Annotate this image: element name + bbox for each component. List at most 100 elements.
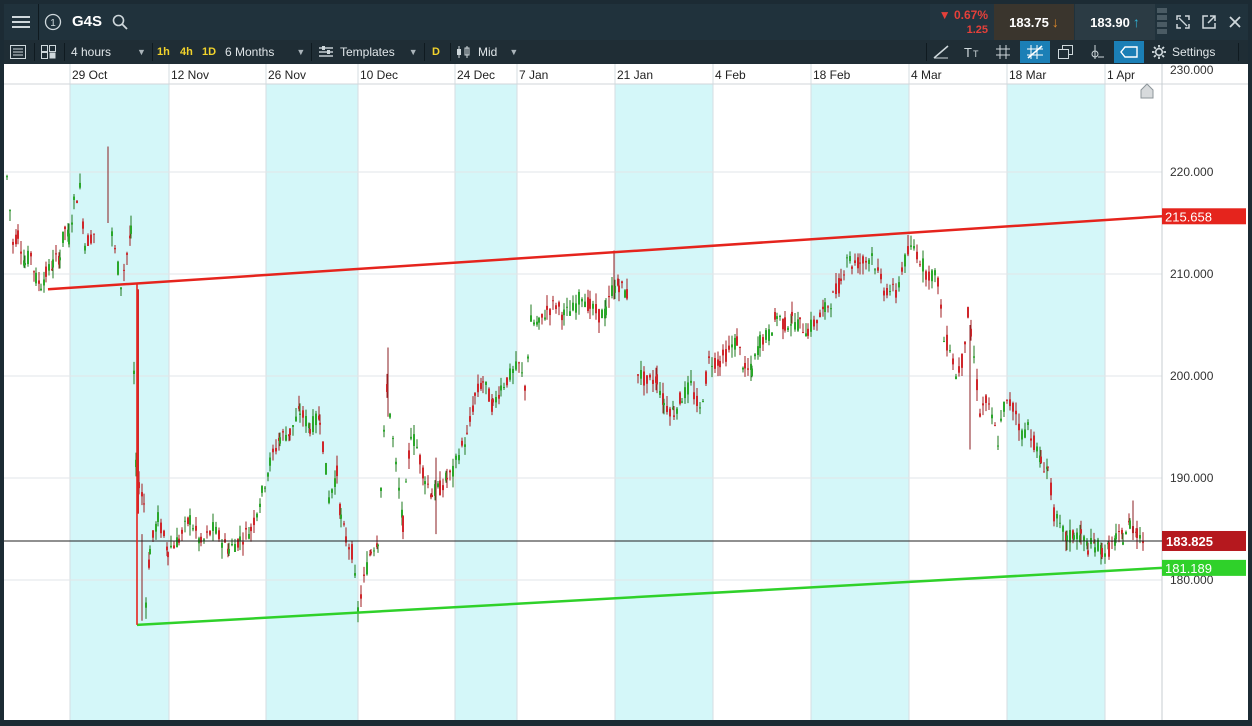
duplicate-icon[interactable] (1058, 40, 1074, 64)
candle-body (538, 317, 540, 323)
x-tick-label: 10 Dec (360, 68, 398, 82)
candle-body (794, 322, 796, 330)
candle-body (469, 416, 471, 422)
candle-body (546, 305, 548, 310)
candle-body (1122, 542, 1124, 545)
candle-body (928, 271, 930, 281)
candle-body (264, 487, 266, 489)
candle-body (797, 319, 799, 331)
candle-body (790, 324, 792, 326)
candle-body (62, 231, 64, 243)
candle-body (931, 270, 933, 282)
candle-body (373, 550, 375, 552)
search-icon[interactable] (108, 4, 132, 40)
text-tool-icon[interactable]: TT (964, 40, 982, 64)
candle-body (427, 483, 429, 485)
resistance-trendline (47, 215, 1163, 291)
candle-body (209, 531, 211, 535)
candle-body (1021, 430, 1023, 440)
menu-icon[interactable] (4, 4, 38, 40)
candle-body (126, 253, 128, 255)
interval-4h-button[interactable]: 4h (180, 40, 193, 64)
candle-body (184, 520, 186, 522)
candle-body (958, 366, 960, 373)
candle-body (997, 445, 999, 447)
candle-body (509, 368, 511, 380)
depth-bars-icon[interactable] (1155, 4, 1169, 40)
candle-body (967, 307, 969, 318)
range-dropdown[interactable]: 6 Months ▼ (225, 40, 305, 64)
interval-1d-button[interactable]: 1D (202, 40, 216, 64)
x-tick-label: 26 Nov (268, 68, 306, 82)
candle-body (305, 416, 307, 427)
candle-body (581, 298, 583, 302)
candle-body (148, 559, 150, 568)
popout-icon[interactable] (1197, 4, 1221, 40)
candle-body (555, 305, 557, 310)
candle-body (536, 321, 538, 325)
y-tick-label: 200.000 (1170, 369, 1214, 383)
candle-body (901, 267, 903, 272)
candle-body (200, 536, 202, 543)
time-band (455, 84, 517, 720)
candle-body (312, 416, 314, 433)
grid-icon[interactable] (996, 40, 1010, 64)
settings-button[interactable]: Settings (1152, 40, 1215, 64)
candle-body (84, 245, 86, 251)
candle-body (611, 285, 613, 296)
candle-body (1115, 533, 1117, 540)
candle-body (319, 422, 321, 425)
interval-dropdown[interactable]: 4 hours ▼ (71, 40, 146, 64)
candle-body (189, 515, 191, 525)
candle-body (328, 497, 330, 503)
candle-body (934, 270, 936, 276)
candle-body (64, 226, 66, 230)
candle-body (248, 533, 250, 539)
info-icon[interactable]: 1 (40, 4, 66, 40)
crosshair-grid-button[interactable] (1020, 41, 1050, 63)
interval-1h-button[interactable]: 1h (157, 40, 170, 64)
candle-body (331, 489, 333, 493)
candle-body (681, 401, 683, 403)
layout-icon[interactable] (41, 40, 57, 64)
candle-body (145, 602, 147, 608)
candle-body (810, 319, 812, 332)
candle-body (59, 257, 61, 261)
buy-price-button[interactable]: 183.90 ↑ (1075, 4, 1155, 40)
list-view-icon[interactable] (10, 40, 26, 64)
candle-body (506, 377, 508, 386)
close-icon[interactable] (1223, 4, 1247, 40)
candle-body (994, 425, 996, 427)
candle-body (774, 312, 776, 320)
draw-line-icon[interactable] (933, 40, 949, 64)
candle-body (1000, 418, 1002, 421)
sell-price-button[interactable]: 183.75 ↓ (994, 4, 1074, 40)
candle-body (245, 527, 247, 530)
candle-body (76, 200, 78, 204)
candle-body (592, 303, 594, 309)
candle-body (389, 413, 391, 418)
candle-body (843, 274, 845, 276)
candle-body (269, 457, 271, 466)
candle-body (782, 318, 784, 330)
gear-icon (1152, 45, 1166, 59)
x-tick-label: 12 Nov (171, 68, 209, 82)
label-tool-button[interactable] (1114, 41, 1144, 63)
candle-body (466, 432, 468, 434)
d-button[interactable]: D (432, 40, 440, 64)
time-band (266, 84, 358, 720)
candle-body (167, 552, 169, 558)
chart-canvas[interactable]: 29 Oct 12 Nov 26 Nov 10 Dec 24 Dec 7 Jan 21 Ja… (4, 64, 1248, 720)
price-type-dropdown[interactable]: Mid ▼ (456, 40, 518, 64)
indicator-icon[interactable] (1090, 40, 1104, 64)
candle-body (446, 477, 448, 480)
candle-body (410, 436, 412, 439)
price-chart[interactable]: 29 Oct 12 Nov 26 Nov 10 Dec 24 Dec 7 Jan 21 Ja… (4, 64, 1248, 720)
candle-body (708, 356, 710, 359)
expand-icon[interactable] (1171, 4, 1195, 40)
candle-body (20, 251, 22, 254)
candle-body (566, 306, 568, 308)
templates-dropdown[interactable]: Templates ▼ (319, 40, 418, 64)
candle-body (498, 394, 500, 399)
candle-body (889, 291, 891, 293)
